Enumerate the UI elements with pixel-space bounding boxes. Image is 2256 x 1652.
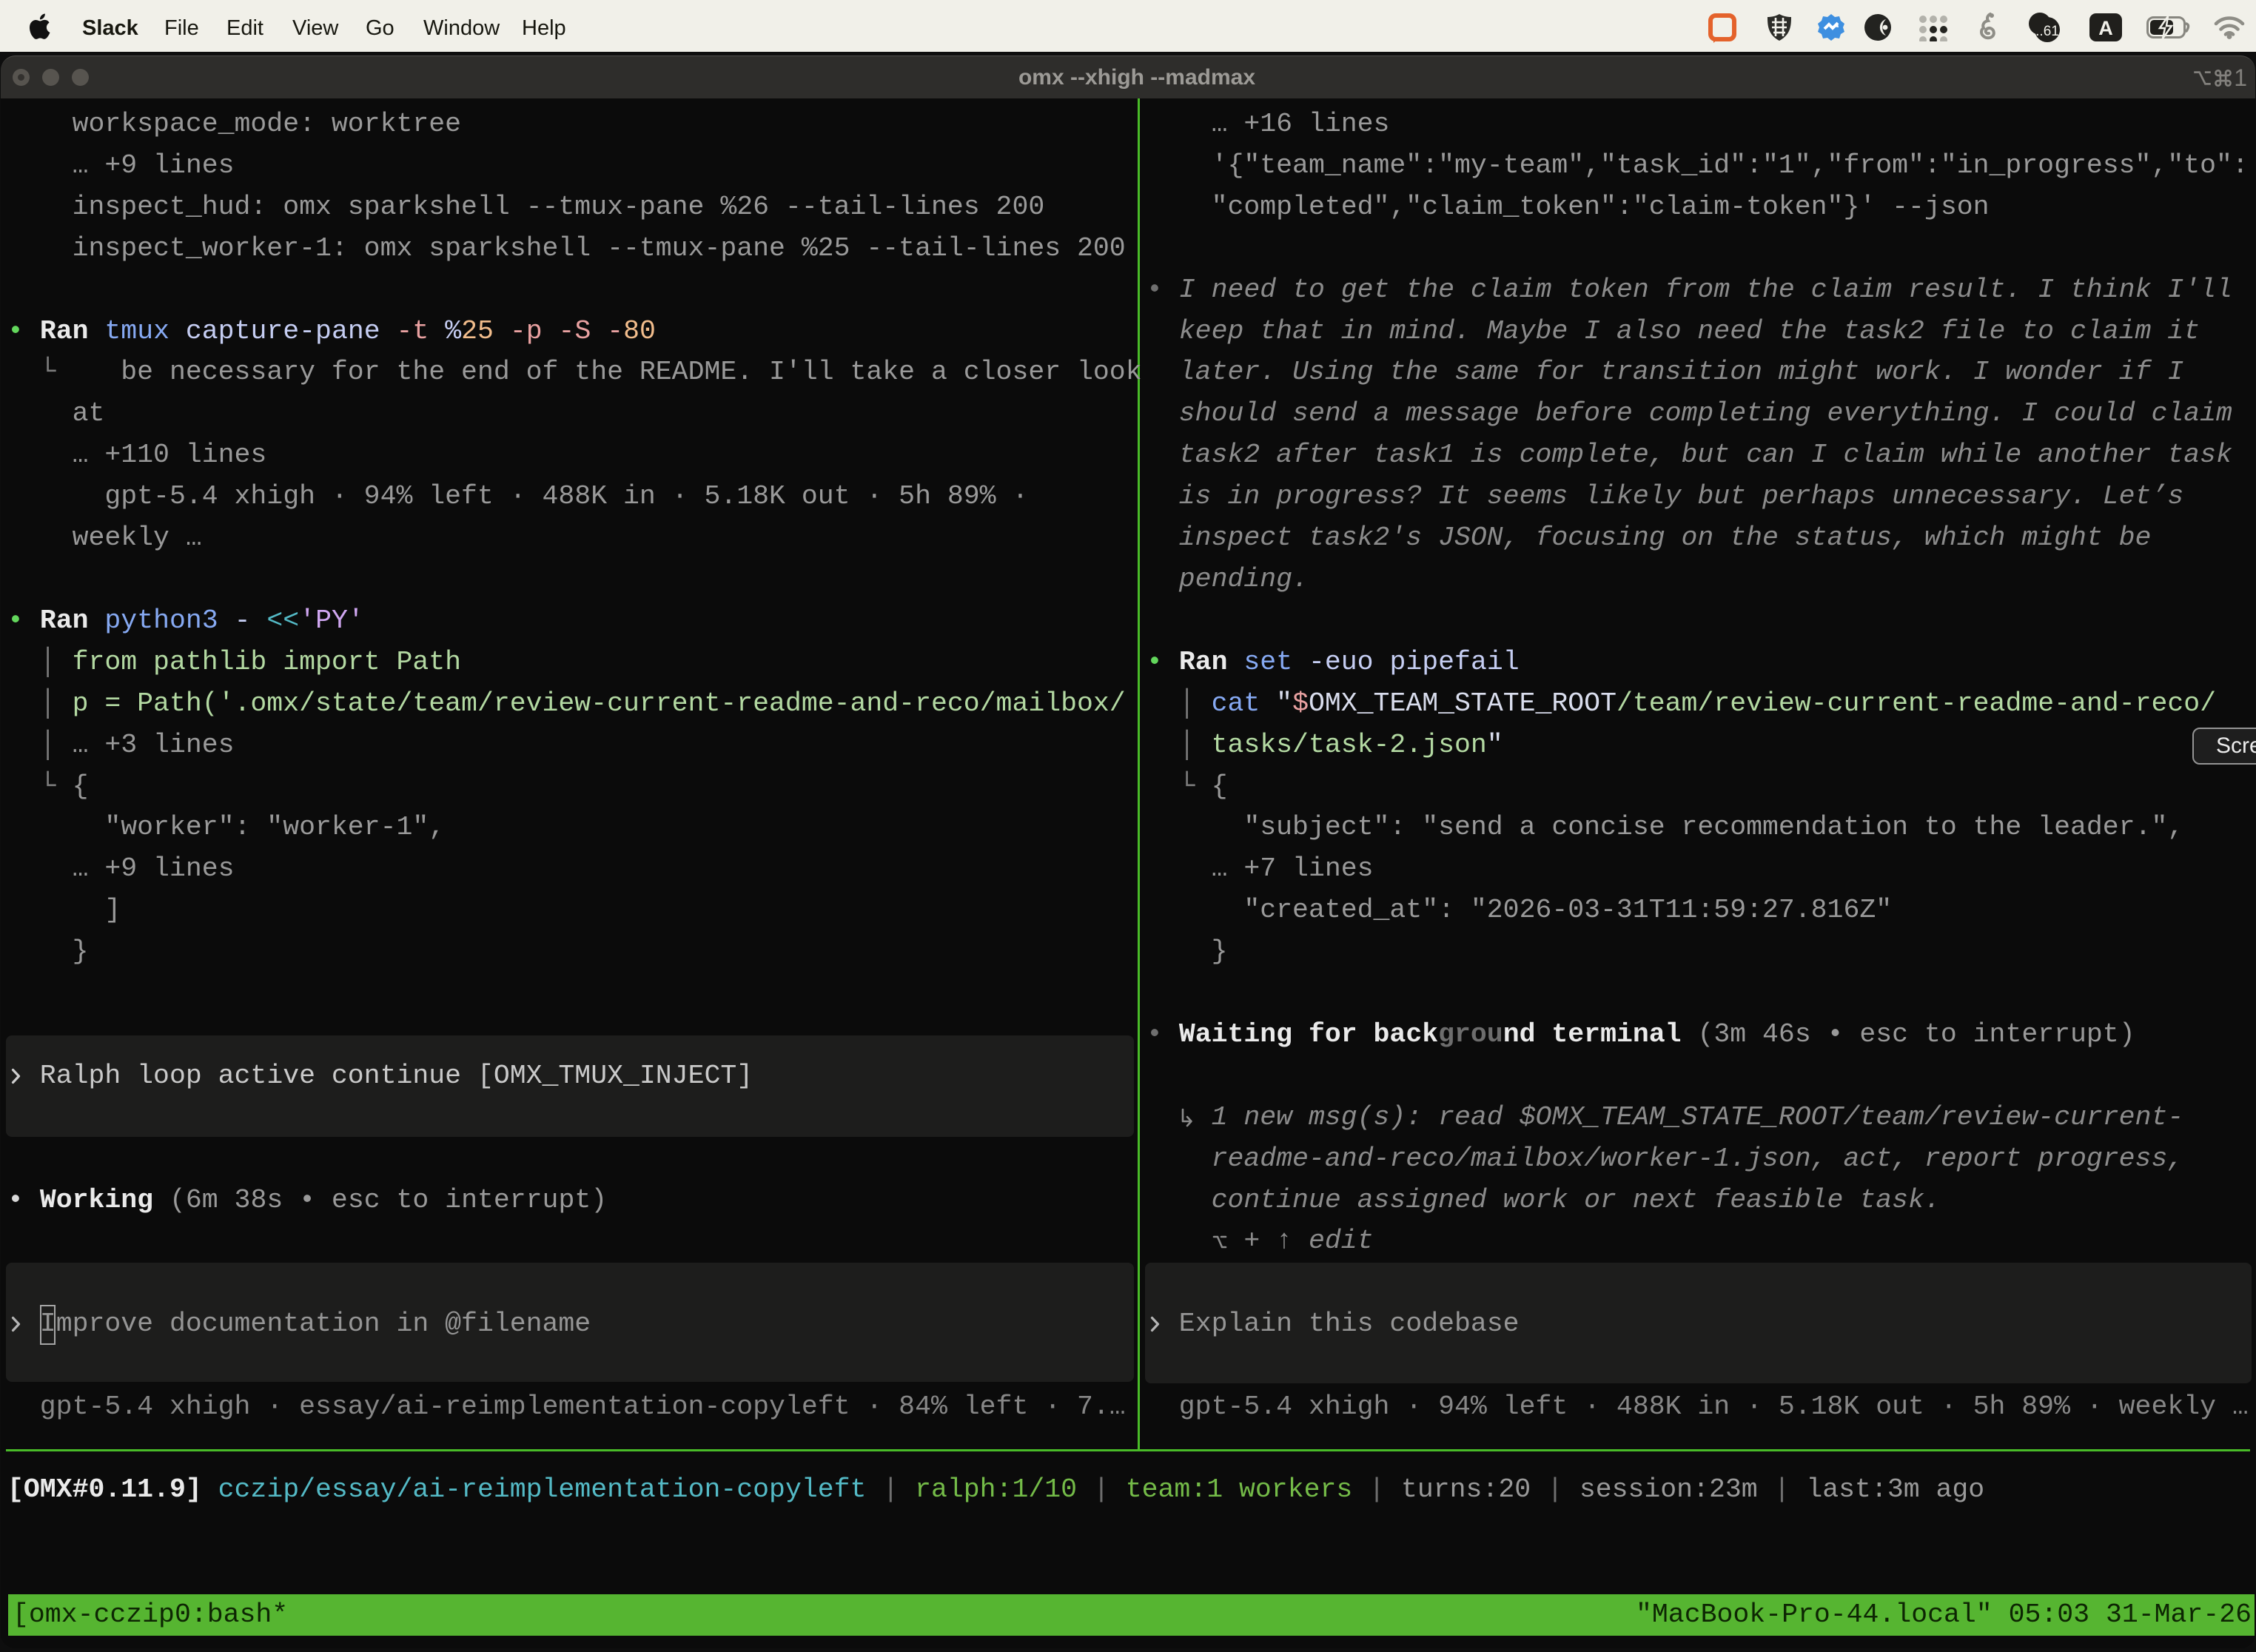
svg-text:..61: ..61 [2035,24,2059,39]
svg-text:A: A [2098,17,2113,39]
